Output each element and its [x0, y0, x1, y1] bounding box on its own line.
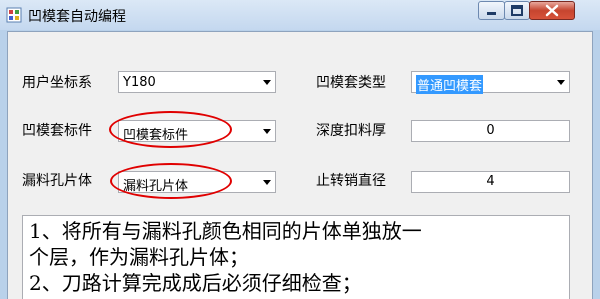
leak-hole-label: 漏料孔片体: [22, 173, 92, 189]
minimize-icon: [487, 12, 496, 15]
maximize-button[interactable]: [504, 1, 530, 20]
pin-diameter-input[interactable]: 4: [411, 171, 570, 193]
chevron-down-icon[interactable]: [263, 129, 271, 134]
die-mark-combo[interactable]: 凹模套标件: [118, 120, 276, 143]
close-button[interactable]: [529, 1, 575, 20]
maximize-icon: [511, 5, 523, 16]
notes-line: 个层，作为漏料孔片体；: [29, 245, 249, 269]
app-icon: [6, 7, 22, 23]
notes-textarea[interactable]: 1、将所有与漏料孔颜色相同的片体单独放一 个层，作为漏料孔片体； 2、刀路计算完…: [22, 215, 570, 299]
coord-system-label: 用户坐标系: [22, 75, 92, 91]
minimize-button[interactable]: [478, 1, 505, 20]
pin-diameter-label: 止转销直径: [316, 173, 386, 189]
depth-label: 深度扣料厚: [316, 123, 386, 139]
notes-line: 2、刀路计算完成成后必须仔细检查；: [29, 271, 362, 295]
die-type-value: 普通凹模套: [416, 75, 484, 94]
die-type-label: 凹模套类型: [316, 75, 386, 91]
chevron-down-icon[interactable]: [263, 180, 271, 185]
chevron-down-icon[interactable]: [557, 80, 565, 85]
die-type-combo[interactable]: 普通凹模套: [411, 71, 570, 94]
app-window: 凹模套自动编程 用户坐标系 Y180 凹模套类型 普通凹模套 凹模套标件 凹模套…: [0, 0, 600, 299]
leak-hole-combo[interactable]: 漏料孔片体: [118, 171, 276, 194]
die-mark-value: 凹模套标件: [123, 128, 189, 143]
window-title: 凹模套自动编程: [28, 9, 126, 25]
coord-system-combo[interactable]: Y180: [118, 71, 276, 93]
leak-hole-value: 漏料孔片体: [123, 179, 189, 194]
coord-system-value: Y180: [123, 75, 156, 90]
depth-input[interactable]: 0: [411, 120, 570, 142]
notes-line: 1、将所有与漏料孔颜色相同的片体单独放一: [29, 219, 422, 243]
chevron-down-icon[interactable]: [263, 80, 271, 85]
close-icon: [545, 4, 559, 17]
title-bar[interactable]: 凹模套自动编程: [0, 0, 600, 30]
die-mark-label: 凹模套标件: [22, 123, 92, 139]
